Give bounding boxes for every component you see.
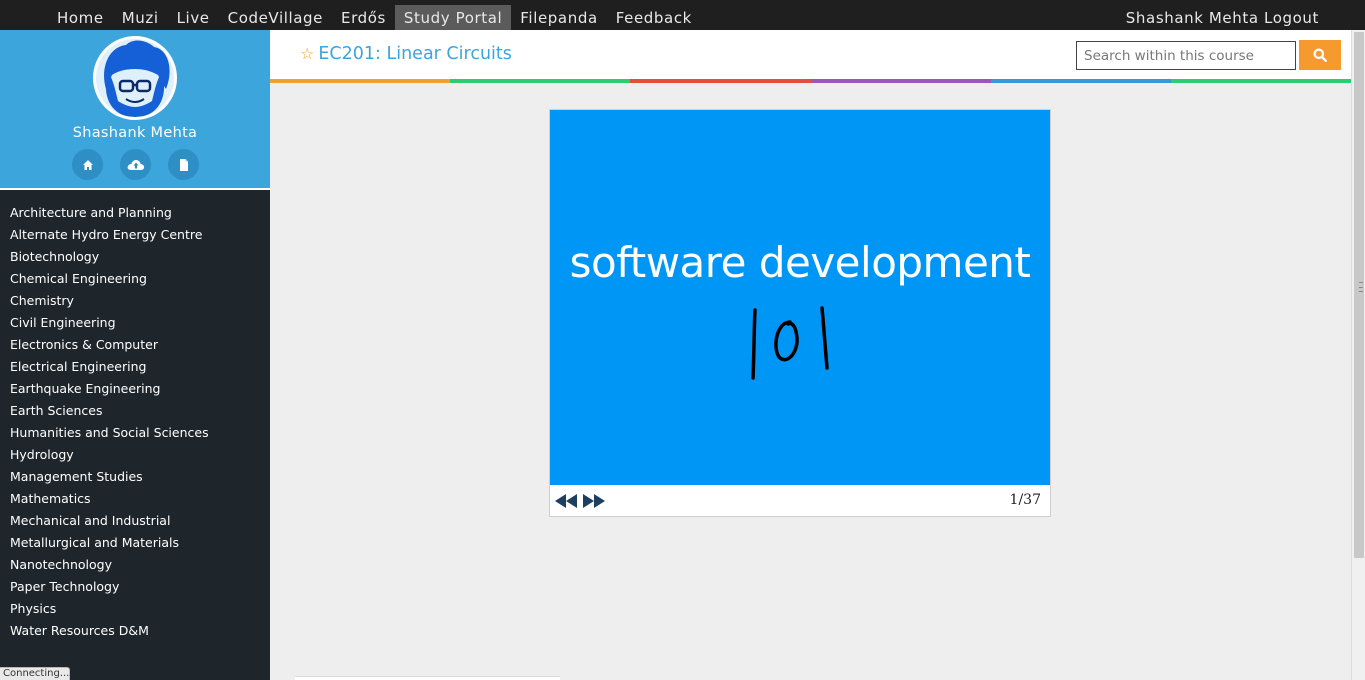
- nav-home[interactable]: Home: [48, 5, 113, 30]
- grip-icon: [1359, 282, 1363, 292]
- bottom-panel-edge: [295, 676, 560, 680]
- department-item[interactable]: Water Resources D&M: [10, 620, 209, 642]
- avatar[interactable]: [93, 36, 177, 120]
- home-button[interactable]: [72, 149, 103, 180]
- star-icon[interactable]: ☆: [300, 44, 314, 63]
- slide-controls: 1/37: [550, 486, 1050, 516]
- slide-number-handwritten: [751, 306, 829, 380]
- user-area: Shashank Mehta Logout: [1126, 9, 1319, 27]
- department-item[interactable]: Earth Sciences: [10, 400, 209, 422]
- profile-actions: [72, 149, 199, 180]
- department-item[interactable]: Nanotechnology: [10, 554, 209, 576]
- fast-forward-icon[interactable]: [583, 494, 605, 508]
- department-item[interactable]: Paper Technology: [10, 576, 209, 598]
- user-name-link[interactable]: Shashank Mehta: [1126, 9, 1259, 27]
- color-segment: [450, 79, 631, 83]
- slide-viewer: software development 1/37: [549, 109, 1051, 517]
- color-segment: [1170, 79, 1352, 83]
- sidebar: Shashank Mehta Architecture and Planning…: [0, 30, 270, 680]
- department-item[interactable]: Architecture and Planning: [10, 202, 209, 224]
- page-scrollbar[interactable]: [1351, 30, 1365, 680]
- department-item[interactable]: Chemistry: [10, 290, 209, 312]
- department-item[interactable]: Alternate Hydro Energy Centre: [10, 224, 209, 246]
- color-divider: [270, 79, 1352, 83]
- document-icon: [179, 158, 188, 171]
- department-item[interactable]: Metallurgical and Materials: [10, 532, 209, 554]
- department-item[interactable]: Mechanical and Industrial: [10, 510, 209, 532]
- department-item[interactable]: Biotechnology: [10, 246, 209, 268]
- department-item[interactable]: Earthquake Engineering: [10, 378, 209, 400]
- status-bubble: Connecting...: [0, 667, 70, 680]
- nav-study-portal[interactable]: Study Portal: [394, 5, 512, 30]
- slide-canvas[interactable]: software development: [550, 110, 1050, 485]
- course-search-input[interactable]: [1076, 41, 1296, 70]
- top-navbar: Home Muzi Live CodeVillage Erdős Study P…: [0, 0, 1365, 30]
- department-item[interactable]: Humanities and Social Sciences: [10, 422, 209, 444]
- upload-button[interactable]: [120, 149, 151, 180]
- color-segment: [270, 79, 451, 83]
- department-item[interactable]: Management Studies: [10, 466, 209, 488]
- department-item[interactable]: Civil Engineering: [10, 312, 209, 334]
- department-item[interactable]: Mathematics: [10, 488, 209, 510]
- department-item[interactable]: Electronics & Computer: [10, 334, 209, 356]
- department-item[interactable]: Hydrology: [10, 444, 209, 466]
- course-header: ☆ EC201: Linear Circuits: [270, 30, 1351, 80]
- course-title: ☆ EC201: Linear Circuits: [300, 44, 512, 64]
- search-button[interactable]: [1299, 40, 1341, 70]
- search-icon: [1313, 48, 1327, 62]
- nav-erdos[interactable]: Erdős: [332, 5, 395, 30]
- nav-codevillage[interactable]: CodeVillage: [219, 5, 332, 30]
- nav-muzi[interactable]: Muzi: [113, 5, 168, 30]
- page-indicator: 1/37: [1009, 492, 1041, 508]
- department-item[interactable]: Physics: [10, 598, 209, 620]
- avatar-image: [96, 39, 174, 117]
- rewind-icon[interactable]: [555, 494, 577, 508]
- department-list: Architecture and Planning Alternate Hydr…: [10, 202, 209, 642]
- nav-live[interactable]: Live: [168, 5, 219, 30]
- department-item[interactable]: Electrical Engineering: [10, 356, 209, 378]
- department-item[interactable]: Chemical Engineering: [10, 268, 209, 290]
- documents-button[interactable]: [168, 149, 199, 180]
- slide-title: software development: [569, 238, 1031, 287]
- main-nav: Home Muzi Live CodeVillage Erdős Study P…: [48, 5, 701, 30]
- profile-name: Shashank Mehta: [72, 125, 198, 141]
- cloud-upload-icon: [127, 159, 144, 170]
- color-segment: [990, 79, 1171, 83]
- scrollbar-thumb[interactable]: [1354, 32, 1364, 558]
- color-segment: [630, 79, 811, 83]
- course-title-text: EC201: Linear Circuits: [318, 44, 512, 64]
- profile-panel: Shashank Mehta: [0, 30, 270, 190]
- logout-link[interactable]: Logout: [1264, 9, 1319, 27]
- nav-filepanda[interactable]: Filepanda: [511, 5, 606, 30]
- nav-feedback[interactable]: Feedback: [607, 5, 701, 30]
- color-segment: [810, 79, 991, 83]
- home-icon: [82, 159, 93, 170]
